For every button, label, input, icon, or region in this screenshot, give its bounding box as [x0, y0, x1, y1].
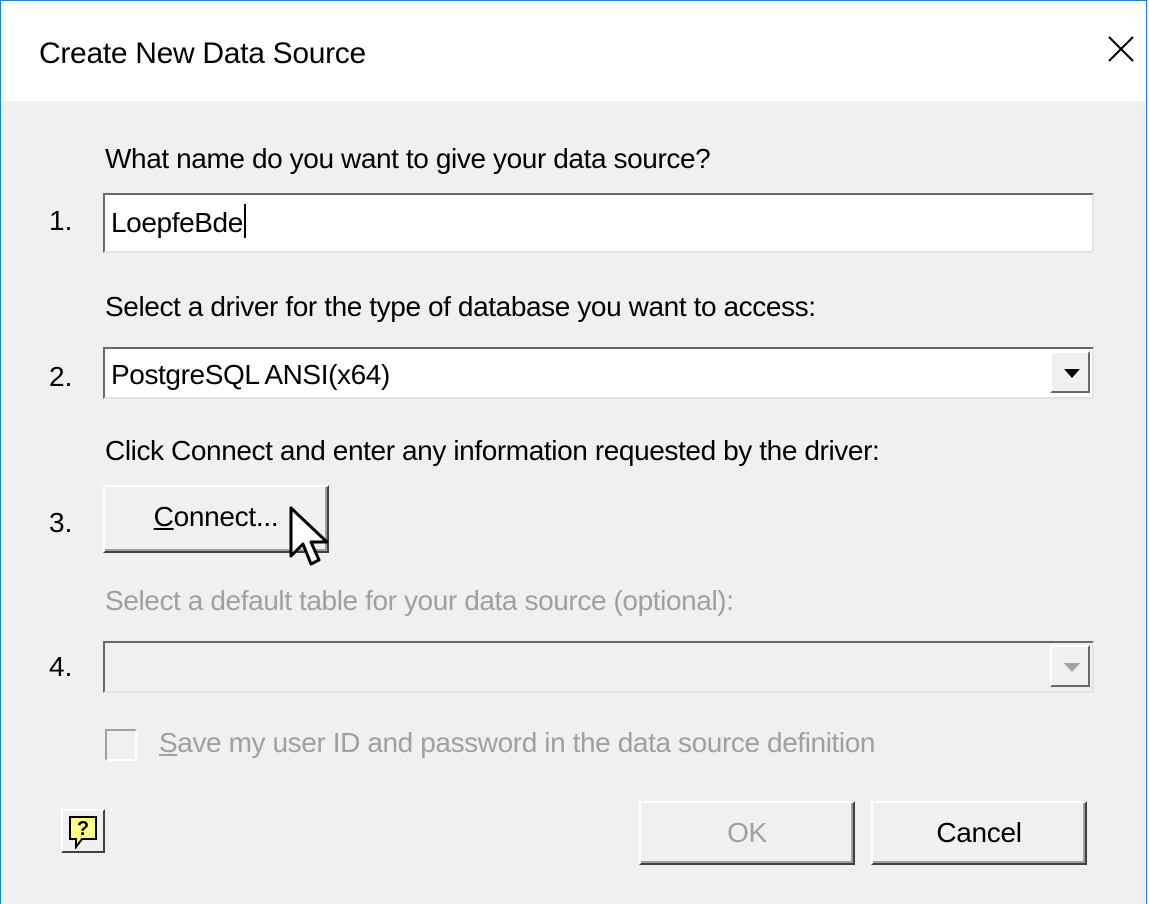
- chevron-down-icon: [1064, 369, 1080, 378]
- default-table-select[interactable]: [103, 641, 1094, 693]
- save-credentials-checkbox[interactable]: [105, 729, 137, 761]
- close-button[interactable]: [1046, 1, 1146, 101]
- dialog-window: Create New Data Source What name do you …: [0, 0, 1147, 904]
- driver-selected-value: PostgreSQL ANSI(x64): [111, 359, 390, 390]
- driver-dropdown-button[interactable]: [1050, 351, 1090, 393]
- svg-text:?: ?: [77, 818, 89, 840]
- ok-button-label: OK: [727, 817, 767, 848]
- step2-prompt: Select a driver for the type of database…: [105, 291, 816, 322]
- step3-prompt: Click Connect and enter any information …: [105, 435, 880, 466]
- step1-number: 1.: [49, 205, 73, 236]
- step1-prompt: What name do you want to give your data …: [105, 143, 711, 174]
- text-caret: [243, 204, 246, 238]
- dialog-title: Create New Data Source: [39, 37, 366, 70]
- mouse-pointer-icon: [289, 506, 329, 566]
- close-icon: [1108, 36, 1134, 62]
- save-credentials-label: Save my user ID and password in the data…: [159, 727, 876, 758]
- step4-prompt: Select a default table for your data sou…: [105, 585, 734, 616]
- default-table-dropdown-button[interactable]: [1050, 645, 1090, 687]
- data-source-name-input[interactable]: LoepfeBde: [103, 193, 1094, 253]
- help-button[interactable]: ?: [61, 809, 105, 853]
- help-question-icon: ?: [69, 816, 97, 849]
- step3-number: 3.: [49, 507, 73, 538]
- chevron-down-icon: [1064, 663, 1080, 672]
- title-bar: Create New Data Source: [1, 1, 1146, 101]
- step2-number: 2.: [49, 361, 73, 392]
- step4-number: 4.: [49, 651, 73, 682]
- cancel-button-label: Cancel: [936, 817, 1022, 848]
- ok-button[interactable]: OK: [639, 801, 855, 865]
- cancel-button[interactable]: Cancel: [871, 801, 1087, 865]
- driver-select[interactable]: PostgreSQL ANSI(x64): [103, 347, 1094, 399]
- data-source-name-value: LoepfeBde: [111, 207, 243, 238]
